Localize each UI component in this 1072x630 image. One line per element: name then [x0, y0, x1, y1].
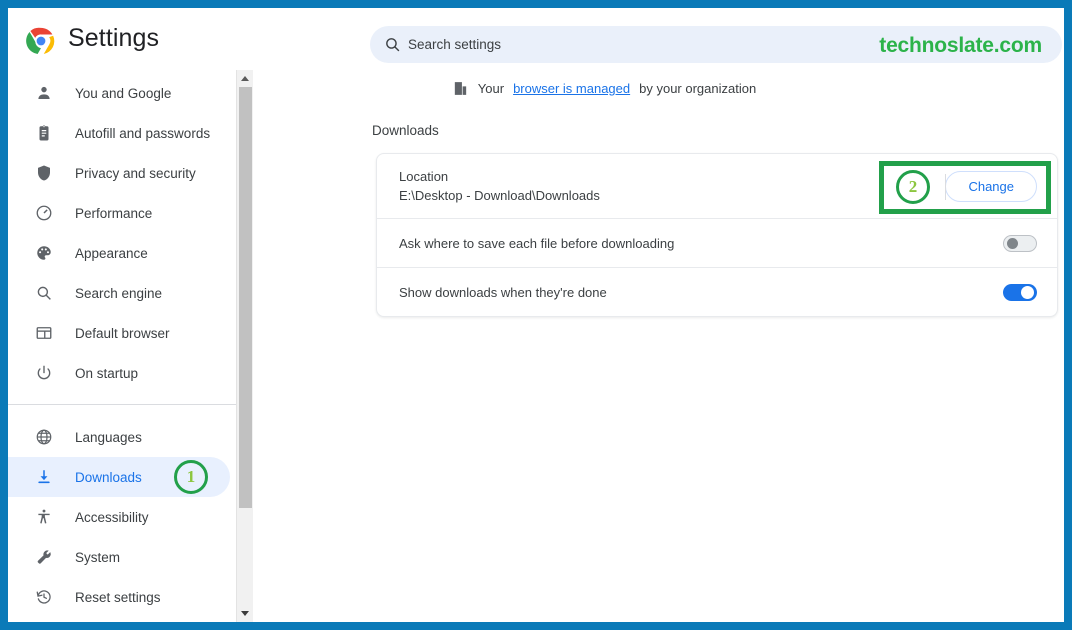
- sidebar-item-label: Accessibility: [75, 509, 149, 525]
- shield-icon: [34, 163, 54, 183]
- sidebar-item-reset-settings[interactable]: Reset settings: [8, 577, 236, 617]
- annotation-badge-2: 2: [896, 170, 930, 204]
- person-icon: [34, 83, 54, 103]
- main-content: Your browser is managed by your organiza…: [254, 70, 1064, 622]
- sidebar-item-languages[interactable]: Languages: [8, 417, 236, 457]
- sidebar-item-you-and-google[interactable]: You and Google: [8, 73, 236, 113]
- ask-where-to-save-label: Ask where to save each file before downl…: [399, 235, 675, 251]
- search-icon: [386, 38, 400, 52]
- sidebar-item-label: Privacy and security: [75, 165, 196, 181]
- location-row: Location E:\Desktop - Download\Downloads…: [377, 154, 1057, 218]
- sidebar-item-label: Reset settings: [75, 589, 161, 605]
- sidebar-item-label: Languages: [75, 429, 142, 445]
- sidebar-item-default-browser[interactable]: Default browser: [8, 313, 236, 353]
- location-text-block: Location E:\Desktop - Download\Downloads: [399, 167, 945, 205]
- sidebar-item-downloads[interactable]: Downloads 1: [8, 457, 230, 497]
- sidebar-item-accessibility[interactable]: Accessibility: [8, 497, 236, 537]
- globe-icon: [34, 427, 54, 447]
- sidebar-item-system[interactable]: System: [8, 537, 236, 577]
- sidebar-item-label: On startup: [75, 365, 139, 381]
- download-icon: [34, 467, 54, 487]
- scrollbar-thumb[interactable]: [239, 87, 252, 508]
- ask-where-to-save-toggle[interactable]: [1003, 234, 1037, 252]
- sidebar-item-label: Performance: [75, 205, 153, 221]
- managed-browser-notice: Your browser is managed by your organiza…: [254, 80, 954, 97]
- show-downloads-label: Show downloads when they're done: [399, 284, 607, 300]
- managed-text-suffix: by your organization: [639, 81, 757, 96]
- sidebar-item-on-startup[interactable]: On startup: [8, 353, 236, 393]
- sidebar-item-performance[interactable]: Performance: [8, 193, 236, 233]
- header: Settings technoslate.com: [8, 8, 1064, 70]
- scrollbar-down-arrow[interactable]: [237, 605, 253, 622]
- show-downloads-toggle[interactable]: [1003, 283, 1037, 301]
- sidebar-item-label: Appearance: [75, 245, 148, 261]
- search-bar[interactable]: technoslate.com: [370, 26, 1062, 63]
- sidebar-item-label: You and Google: [75, 85, 172, 101]
- location-label: Location: [399, 169, 449, 184]
- ask-where-to-save-row[interactable]: Ask where to save each file before downl…: [377, 218, 1057, 267]
- sidebar-group-primary: You and Google Autofill and passwords Pr…: [8, 70, 236, 393]
- sidebar-item-appearance[interactable]: Appearance: [8, 233, 236, 273]
- sidebar-item-privacy-and-security[interactable]: Privacy and security: [8, 153, 236, 193]
- magnifier-icon: [34, 283, 54, 303]
- sidebar: You and Google Autofill and passwords Pr…: [8, 70, 236, 622]
- sidebar-item-label: Autofill and passwords: [75, 125, 211, 141]
- wrench-icon: [34, 547, 54, 567]
- search-input[interactable]: [408, 26, 828, 63]
- toggle-knob: [1021, 285, 1034, 299]
- annotation-separator: [945, 174, 946, 200]
- sidebar-scrollbar[interactable]: [236, 70, 253, 622]
- change-location-button[interactable]: Change: [945, 170, 1037, 202]
- annotation-badge-1: 1: [174, 460, 208, 494]
- settings-window: Settings technoslate.com You and Google: [8, 8, 1064, 622]
- power-icon: [34, 363, 54, 383]
- sidebar-item-label: System: [75, 549, 121, 565]
- show-downloads-row[interactable]: Show downloads when they're done: [377, 267, 1057, 316]
- page-title: Settings: [68, 24, 160, 52]
- chrome-logo-icon: [26, 26, 56, 56]
- speedometer-icon: [34, 203, 54, 223]
- sidebar-divider: [8, 404, 236, 405]
- downloads-settings-card: Location E:\Desktop - Download\Downloads…: [376, 153, 1058, 317]
- toggle-knob: [1007, 237, 1018, 249]
- sidebar-item-label: Downloads: [75, 469, 142, 485]
- sidebar-item-search-engine[interactable]: Search engine: [8, 273, 236, 313]
- scrollbar-up-arrow[interactable]: [237, 70, 253, 87]
- section-heading: Downloads: [372, 123, 439, 138]
- location-path: E:\Desktop - Download\Downloads: [399, 188, 600, 203]
- sidebar-item-label: Default browser: [75, 325, 170, 341]
- palette-icon: [34, 243, 54, 263]
- sidebar-group-secondary: Languages Downloads 1 Accessibility Syst…: [8, 414, 236, 617]
- managed-browser-link[interactable]: browser is managed: [513, 81, 630, 96]
- building-icon: [454, 82, 466, 95]
- clipboard-icon: [34, 123, 54, 143]
- watermark: technoslate.com: [879, 34, 1042, 57]
- sidebar-item-autofill-and-passwords[interactable]: Autofill and passwords: [8, 113, 236, 153]
- sidebar-item-label: Search engine: [75, 285, 163, 301]
- managed-text-prefix: Your: [477, 81, 505, 96]
- browser-window-icon: [34, 323, 54, 343]
- history-restore-icon: [34, 587, 54, 607]
- accessibility-icon: [34, 507, 54, 527]
